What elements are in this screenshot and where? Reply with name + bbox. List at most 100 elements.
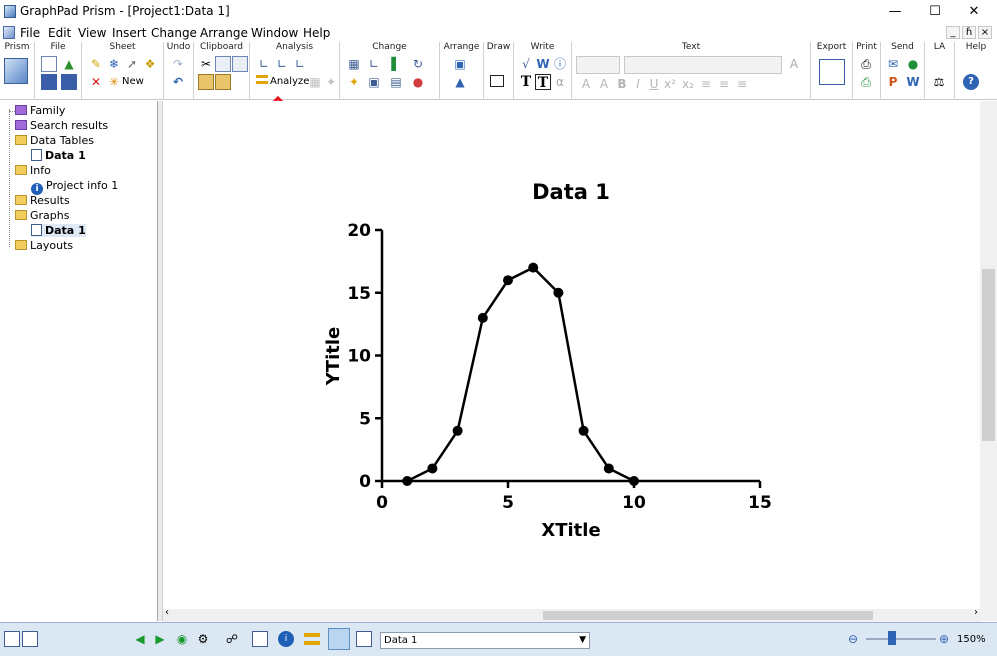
- graph-type-icon[interactable]: ▦: [346, 56, 362, 72]
- bold-icon[interactable]: B: [614, 76, 630, 92]
- print-preview-icon[interactable]: ⎙: [858, 74, 874, 90]
- nav-item-graph-data-1[interactable]: Data 1: [31, 224, 86, 237]
- text-icon[interactable]: T: [518, 74, 534, 90]
- align-icon[interactable]: ▣: [452, 56, 468, 72]
- underline-icon[interactable]: U: [646, 76, 662, 92]
- data-point[interactable]: [427, 463, 438, 474]
- font-name-select[interactable]: [624, 56, 782, 74]
- menu-file[interactable]: File: [20, 26, 40, 40]
- binoculars-icon[interactable]: ⚙: [195, 631, 211, 647]
- undo-icon[interactable]: ↶: [170, 74, 186, 90]
- next-sheet-icon[interactable]: ▶: [152, 631, 168, 647]
- view-gallery-icon[interactable]: [22, 631, 38, 647]
- line-fit-icon[interactable]: ∟: [256, 56, 272, 72]
- info-sheet-icon[interactable]: i: [278, 631, 294, 647]
- menu-change[interactable]: Change: [151, 26, 197, 40]
- xy-graph[interactable]: Data 1 YTitle XTitle 0 5 10 15 0 5 10 15 20: [163, 101, 980, 609]
- menu-arrange[interactable]: Arrange: [200, 26, 248, 40]
- horizontal-scroll-thumb[interactable]: [543, 611, 873, 620]
- open-file-icon[interactable]: ▲: [61, 56, 77, 72]
- email-icon[interactable]: ✉: [885, 56, 901, 72]
- layout-sheet-icon[interactable]: [356, 631, 372, 647]
- axes-icon[interactable]: ∟: [366, 56, 382, 72]
- mdi-restore-button[interactable]: ɦ: [962, 26, 976, 39]
- y-tick-label[interactable]: 10: [347, 347, 371, 367]
- text-align-icon[interactable]: ≡: [698, 76, 714, 92]
- new-sheet-icon[interactable]: ✳: [106, 74, 122, 90]
- nav-item-search-results[interactable]: Search results: [15, 119, 108, 132]
- go-to-icon[interactable]: ◉: [174, 631, 190, 647]
- cut-icon[interactable]: ✂: [198, 56, 214, 72]
- superscript-icon[interactable]: x²: [662, 76, 678, 92]
- format-axes-icon[interactable]: ▣: [366, 74, 382, 90]
- y-tick-label[interactable]: 15: [347, 284, 371, 304]
- lab-archive-icon[interactable]: ⚖: [931, 74, 947, 90]
- graph-sheet-icon[interactable]: [328, 628, 350, 650]
- nav-item-data-table-data-1[interactable]: Data 1: [31, 149, 86, 162]
- axes[interactable]: 0 5 10 15 0 5 10 15 20: [347, 221, 772, 513]
- results-sheet-icon[interactable]: [304, 633, 320, 645]
- save-as-icon[interactable]: [61, 74, 77, 90]
- vertical-scrollbar[interactable]: [980, 101, 997, 621]
- bars-icon[interactable]: ▌: [388, 56, 404, 72]
- bullets-icon[interactable]: ≡: [734, 76, 750, 92]
- y-axis-title[interactable]: YTitle: [323, 327, 344, 386]
- link-icon[interactable]: ☍: [224, 631, 240, 647]
- rectangle-icon[interactable]: [490, 75, 504, 87]
- menu-help[interactable]: Help: [303, 26, 330, 40]
- analyze-icon[interactable]: [256, 75, 268, 84]
- x-tick-label[interactable]: 15: [748, 493, 772, 513]
- nav-item-family[interactable]: Family: [15, 104, 65, 117]
- graph-canvas[interactable]: Data 1 YTitle XTitle 0 5 10 15 0 5 10 15 20: [163, 101, 980, 609]
- zoom-in-icon[interactable]: ⊕: [936, 631, 952, 647]
- results-icon[interactable]: ∟: [292, 56, 308, 72]
- data-point[interactable]: [452, 425, 463, 436]
- data-series[interactable]: [402, 262, 639, 486]
- horizontal-scrollbar[interactable]: ‹ ›: [163, 607, 980, 622]
- menu-view[interactable]: View: [78, 26, 106, 40]
- copy-icon[interactable]: [215, 56, 231, 72]
- sheet-select[interactable]: Data 1 ▼: [380, 632, 590, 649]
- y-tick-label[interactable]: 20: [347, 221, 371, 241]
- grow-font-icon[interactable]: A: [578, 76, 594, 92]
- data-point[interactable]: [603, 463, 614, 474]
- distribute-icon[interactable]: ▲: [452, 74, 468, 90]
- maximize-button[interactable]: ☐: [916, 0, 954, 24]
- copy-special-icon[interactable]: [232, 56, 248, 72]
- delete-icon[interactable]: ✕: [88, 74, 104, 90]
- style-wand-icon[interactable]: ✦: [346, 74, 362, 90]
- table-icon[interactable]: ▦: [307, 74, 323, 90]
- minimize-button[interactable]: —: [876, 0, 914, 24]
- scroll-left-arrow[interactable]: ‹: [165, 607, 169, 618]
- data-point[interactable]: [402, 476, 413, 486]
- alpha-icon[interactable]: α: [552, 74, 568, 90]
- zoom-slider[interactable]: [866, 638, 936, 640]
- close-button[interactable]: ✕: [955, 0, 993, 24]
- menu-window[interactable]: Window: [251, 26, 298, 40]
- paste-special-icon[interactable]: [215, 74, 231, 90]
- nav-item-info[interactable]: Info: [15, 164, 51, 177]
- nonlinear-fit-icon[interactable]: ∟: [274, 56, 290, 72]
- italic-icon[interactable]: I: [630, 76, 646, 92]
- subscript-icon[interactable]: x₂: [680, 76, 696, 92]
- data-point[interactable]: [578, 425, 589, 436]
- x-tick-label[interactable]: 10: [622, 493, 646, 513]
- data-point[interactable]: [629, 476, 639, 486]
- y-tick-label[interactable]: 0: [359, 472, 371, 492]
- print-icon[interactable]: ⎙: [858, 56, 874, 72]
- color-scheme-icon[interactable]: ●: [410, 74, 426, 90]
- paste-icon[interactable]: [198, 74, 214, 90]
- prism-cube-icon[interactable]: [4, 58, 28, 84]
- font-color-icon[interactable]: A: [786, 56, 802, 72]
- help-icon[interactable]: ?: [963, 74, 979, 90]
- reorder-icon[interactable]: ↻: [410, 56, 426, 72]
- data-table-icon[interactable]: [252, 631, 268, 647]
- magic-wand-icon[interactable]: ➚: [124, 56, 140, 72]
- save-icon[interactable]: [41, 74, 57, 90]
- nav-item-results[interactable]: Results: [15, 194, 70, 207]
- zoom-slider-thumb[interactable]: [888, 631, 896, 645]
- data-point[interactable]: [477, 312, 488, 323]
- mdi-close-button[interactable]: ×: [978, 26, 992, 39]
- graph-title[interactable]: Data 1: [532, 180, 610, 204]
- x-axis-title[interactable]: XTitle: [541, 520, 600, 541]
